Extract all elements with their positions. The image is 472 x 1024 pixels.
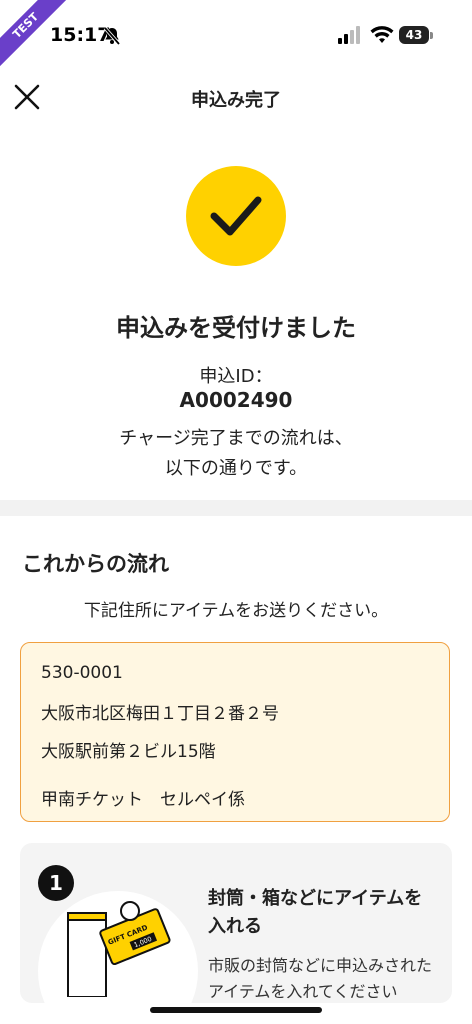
envelope-gift-card-illustration: GIFT CARD 1,000 [67, 901, 171, 997]
address-line-1: 大阪市北区梅田１丁目２番２号 [41, 704, 279, 724]
check-icon [210, 196, 262, 236]
shipping-address-box: 530-0001 大阪市北区梅田１丁目２番２号 大阪駅前第２ビル15階 甲南チケ… [20, 642, 450, 822]
address-postal-code: 530-0001 [41, 663, 123, 683]
flow-section-title: これからの流れ [22, 552, 169, 576]
home-indicator[interactable] [150, 1007, 322, 1013]
battery-tip [430, 32, 433, 39]
address-line-2: 大阪駅前第２ビル15階 [41, 742, 216, 762]
page-title: 申込み完了 [191, 90, 281, 111]
status-bar: TEST 15:17 43 [0, 0, 472, 68]
address-recipient: 甲南チケット セルペイ係 [41, 790, 245, 810]
completion-description: チャージ完了までの流れは、 以下の通りです。 [0, 424, 472, 484]
application-id-value: A0002490 [179, 388, 293, 412]
battery-level: 43 [399, 26, 429, 44]
application-id-label: 申込ID： [199, 366, 273, 387]
cellular-signal-icon [338, 26, 360, 44]
flow-instruction: 下記住所にアイテムをお送りください。 [83, 601, 389, 621]
description-line-2: 以下の通りです。 [164, 458, 308, 479]
completion-headline: 申込みを受付けました [116, 314, 356, 342]
success-badge [186, 166, 286, 266]
bell-slash-icon [103, 26, 121, 46]
wifi-icon [370, 26, 394, 43]
step-card: 1 GIFT CARD 1,000 封筒・箱などにアイテムを入れる 市販の封筒な… [20, 843, 452, 1003]
section-divider [0, 500, 472, 516]
step-body: 市販の封筒などに申込みされたアイテムを入れてください [208, 956, 433, 1001]
description-line-1: チャージ完了までの流れは、 [119, 428, 353, 449]
step-title: 封筒・箱などにアイテムを入れる [208, 888, 423, 937]
step-number-badge: 1 [38, 865, 74, 901]
